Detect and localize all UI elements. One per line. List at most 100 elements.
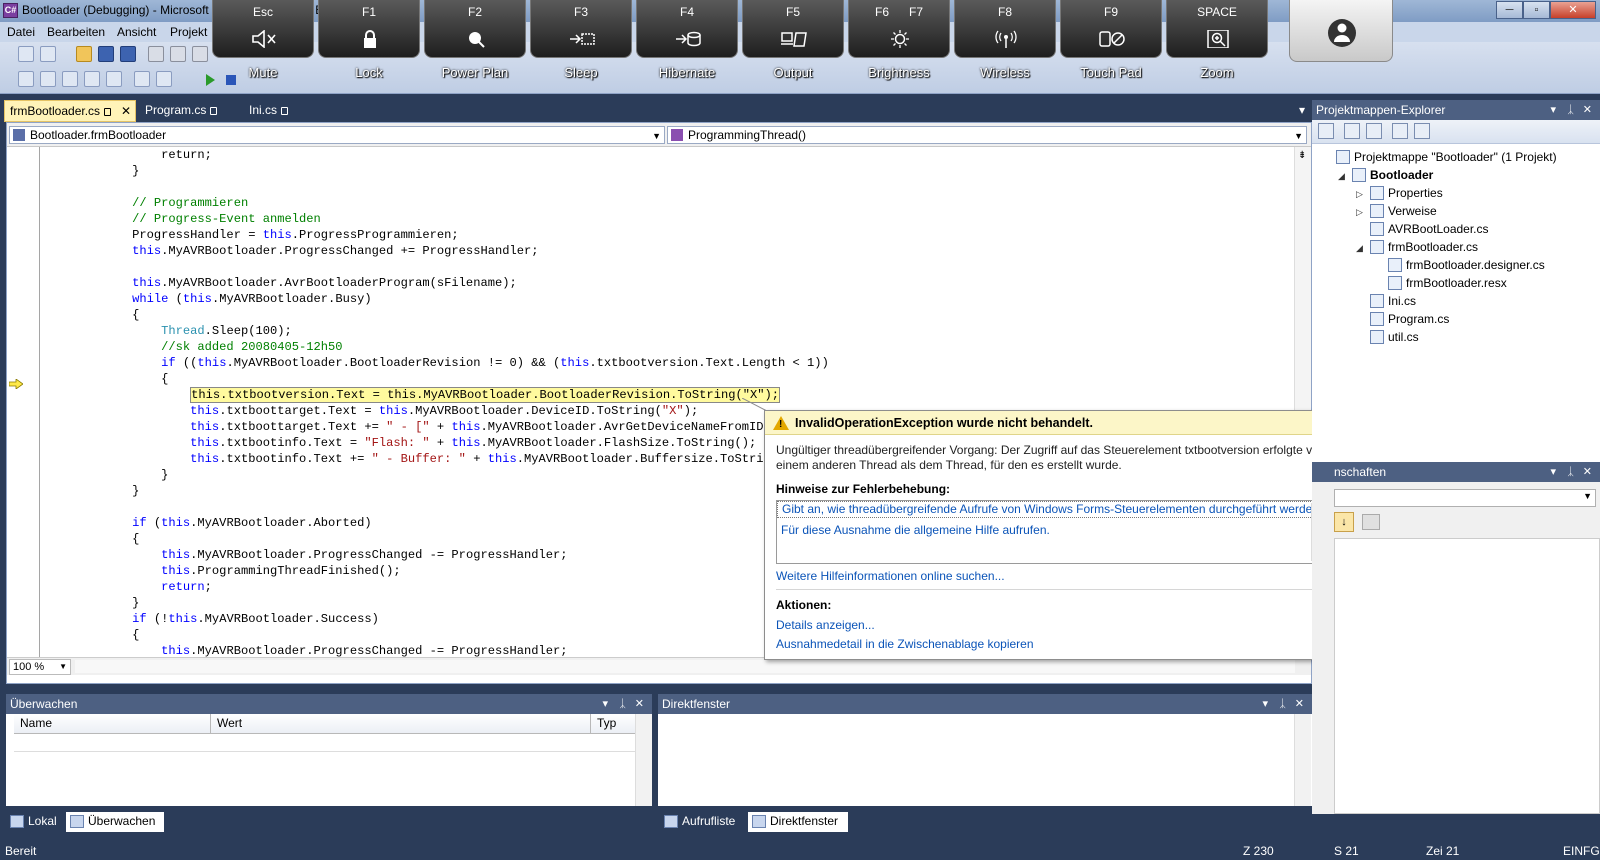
tab-ini[interactable]: Ini.cs xyxy=(244,100,314,122)
solution-tree-item[interactable]: Projektmappe "Bootloader" (1 Projekt) xyxy=(1336,150,1557,164)
watch-title-bar: Überwachen ▾ ᛣ ✕ xyxy=(6,694,652,714)
tab-lokal[interactable]: Lokal xyxy=(6,812,64,832)
add-item-icon[interactable] xyxy=(40,46,56,62)
show-details-link[interactable]: Details anzeigen... xyxy=(776,618,875,632)
immediate-input-area[interactable] xyxy=(658,714,1292,806)
zoom-combo[interactable]: 100 % ▼ xyxy=(9,659,71,675)
step-out-icon[interactable] xyxy=(62,71,78,87)
split-view-icon[interactable]: ⇟ xyxy=(1298,150,1306,161)
class-icon xyxy=(13,129,25,141)
comment-icon[interactable] xyxy=(134,71,150,87)
member-combo[interactable]: ProgrammingThread() ▼ xyxy=(667,126,1307,144)
close-panel-icon[interactable]: ✕ xyxy=(1295,694,1304,714)
osd-key-f8[interactable]: F8 xyxy=(954,0,1056,58)
properties-icon[interactable] xyxy=(1318,123,1334,139)
cut-icon[interactable] xyxy=(148,46,164,62)
pin-icon[interactable]: ᛣ xyxy=(1567,462,1574,482)
solution-tree-item[interactable]: ◢ frmBootloader.cs xyxy=(1356,240,1478,254)
code-token: this xyxy=(190,436,220,450)
expander-icon[interactable]: ◢ xyxy=(1338,171,1345,182)
osd-key-f6-f7[interactable]: F6 F7 xyxy=(848,0,950,58)
tab-aufrufliste[interactable]: Aufrufliste xyxy=(660,812,746,832)
close-panel-icon[interactable]: ✕ xyxy=(1583,462,1592,482)
tab-frmbootloader[interactable]: frmBootloader.cs ✕ xyxy=(4,100,136,122)
watch-scrollbar[interactable] xyxy=(635,714,652,806)
expander-icon[interactable]: ◢ xyxy=(1356,243,1363,254)
tip-link-cross-thread[interactable]: Gibt an, wie threadübergreifende Aufrufe… xyxy=(777,501,1322,518)
solution-tree-item[interactable]: Ini.cs xyxy=(1370,294,1416,308)
tab-program[interactable]: Program.cs xyxy=(140,100,235,122)
menu-ansicht[interactable]: Ansicht xyxy=(117,25,156,39)
editor-horizontal-scrollbar[interactable] xyxy=(75,660,1295,673)
refresh-icon[interactable] xyxy=(1366,123,1382,139)
osd-key-f2[interactable]: F2 xyxy=(424,0,526,58)
save-all-icon[interactable] xyxy=(120,46,136,62)
property-pages-icon[interactable] xyxy=(1362,514,1380,530)
view-designer-icon[interactable] xyxy=(1414,123,1430,139)
osd-key-f9[interactable]: F9 xyxy=(1060,0,1162,58)
show-next-statement-icon[interactable] xyxy=(106,71,122,87)
copy-icon[interactable] xyxy=(170,46,186,62)
watch-empty-row[interactable] xyxy=(14,734,643,752)
solution-tree-item[interactable]: frmBootloader.designer.cs xyxy=(1388,258,1545,272)
window-position-icon[interactable]: ▾ xyxy=(1262,694,1268,714)
watch-column-wert[interactable]: Wert xyxy=(211,714,591,734)
indicator-margin[interactable] xyxy=(7,147,35,657)
expander-icon[interactable]: ▷ xyxy=(1356,207,1363,218)
pin-icon[interactable]: ᛣ xyxy=(1567,100,1574,120)
immediate-scrollbar[interactable] xyxy=(1294,714,1311,806)
window-position-icon[interactable]: ▾ xyxy=(1550,100,1556,120)
step-over-icon[interactable] xyxy=(40,71,56,87)
minimize-button[interactable]: ─ xyxy=(1496,1,1523,19)
menu-bearbeiten[interactable]: Bearbeiten xyxy=(47,25,105,39)
solution-explorer-title: Projektmappen-Explorer xyxy=(1316,103,1446,117)
tab-list-dropdown-icon[interactable]: ▾ xyxy=(1294,100,1310,122)
properties-grid[interactable] xyxy=(1334,538,1600,814)
solution-tree-item[interactable]: util.cs xyxy=(1370,330,1419,344)
class-combo[interactable]: Bootloader.frmBootloader ▼ xyxy=(9,126,665,144)
osd-key-f3[interactable]: F3 xyxy=(530,0,632,58)
step-into-icon[interactable] xyxy=(18,71,34,87)
save-icon[interactable] xyxy=(98,46,114,62)
window-position-icon[interactable]: ▾ xyxy=(1550,462,1556,482)
copy-exception-link[interactable]: Ausnahmedetail in die Zwischenablage kop… xyxy=(776,637,1034,651)
osd-key-space[interactable]: SPACE xyxy=(1166,0,1268,58)
tab-direktfenster[interactable]: Direktfenster xyxy=(748,812,848,832)
sort-alphabetical-icon[interactable]: ↓ xyxy=(1334,512,1354,532)
osd-profile-key[interactable] xyxy=(1289,0,1393,62)
osd-key-esc[interactable]: Esc xyxy=(212,0,314,58)
maximize-button[interactable]: ▫ xyxy=(1523,1,1550,19)
more-help-link[interactable]: Weitere Hilfeinformationen online suchen… xyxy=(776,569,1005,583)
osd-key-f5[interactable]: F5 xyxy=(742,0,844,58)
pin-icon[interactable]: ᛣ xyxy=(619,694,626,714)
watch-column-name[interactable]: Name xyxy=(14,714,211,734)
close-tab-icon[interactable]: ✕ xyxy=(121,101,131,121)
solution-tree-item[interactable]: ▷ Verweise xyxy=(1356,204,1437,218)
solution-tree-item[interactable]: ▷ Properties xyxy=(1356,186,1443,200)
solution-tree-item[interactable]: ◢ Bootloader xyxy=(1338,168,1433,182)
window-position-icon[interactable]: ▾ xyxy=(602,694,608,714)
close-panel-icon[interactable]: ✕ xyxy=(635,694,644,714)
show-all-files-icon[interactable] xyxy=(1344,123,1360,139)
close-panel-icon[interactable]: ✕ xyxy=(1583,100,1592,120)
open-folder-icon[interactable] xyxy=(76,46,92,62)
uncomment-icon[interactable] xyxy=(156,71,172,87)
code-token: ProgressHandler = xyxy=(45,228,263,242)
solution-tree-item[interactable]: AVRBootLoader.cs xyxy=(1370,222,1489,236)
solution-tree-item[interactable]: Program.cs xyxy=(1370,312,1449,326)
tip-link-general-help[interactable]: Für diese Ausnahme die allgemeine Hilfe … xyxy=(781,523,1050,537)
solution-tree-item[interactable]: frmBootloader.resx xyxy=(1388,276,1507,290)
osd-key-f1[interactable]: F1 xyxy=(318,0,420,58)
new-project-icon[interactable] xyxy=(18,46,34,62)
properties-object-combo[interactable]: ▼ xyxy=(1334,489,1596,507)
paste-icon[interactable] xyxy=(192,46,208,62)
expander-icon[interactable]: ▷ xyxy=(1356,189,1363,200)
tab-ueberwachen[interactable]: Überwachen xyxy=(66,812,164,832)
close-window-button[interactable]: ✕ xyxy=(1550,1,1596,19)
menu-datei[interactable]: Datei xyxy=(7,25,35,39)
hex-display-icon[interactable] xyxy=(84,71,100,87)
osd-key-f4[interactable]: F4 xyxy=(636,0,738,58)
menu-projekt[interactable]: Projekt xyxy=(170,25,207,39)
pin-icon[interactable]: ᛣ xyxy=(1279,694,1286,714)
view-code-icon[interactable] xyxy=(1392,123,1408,139)
